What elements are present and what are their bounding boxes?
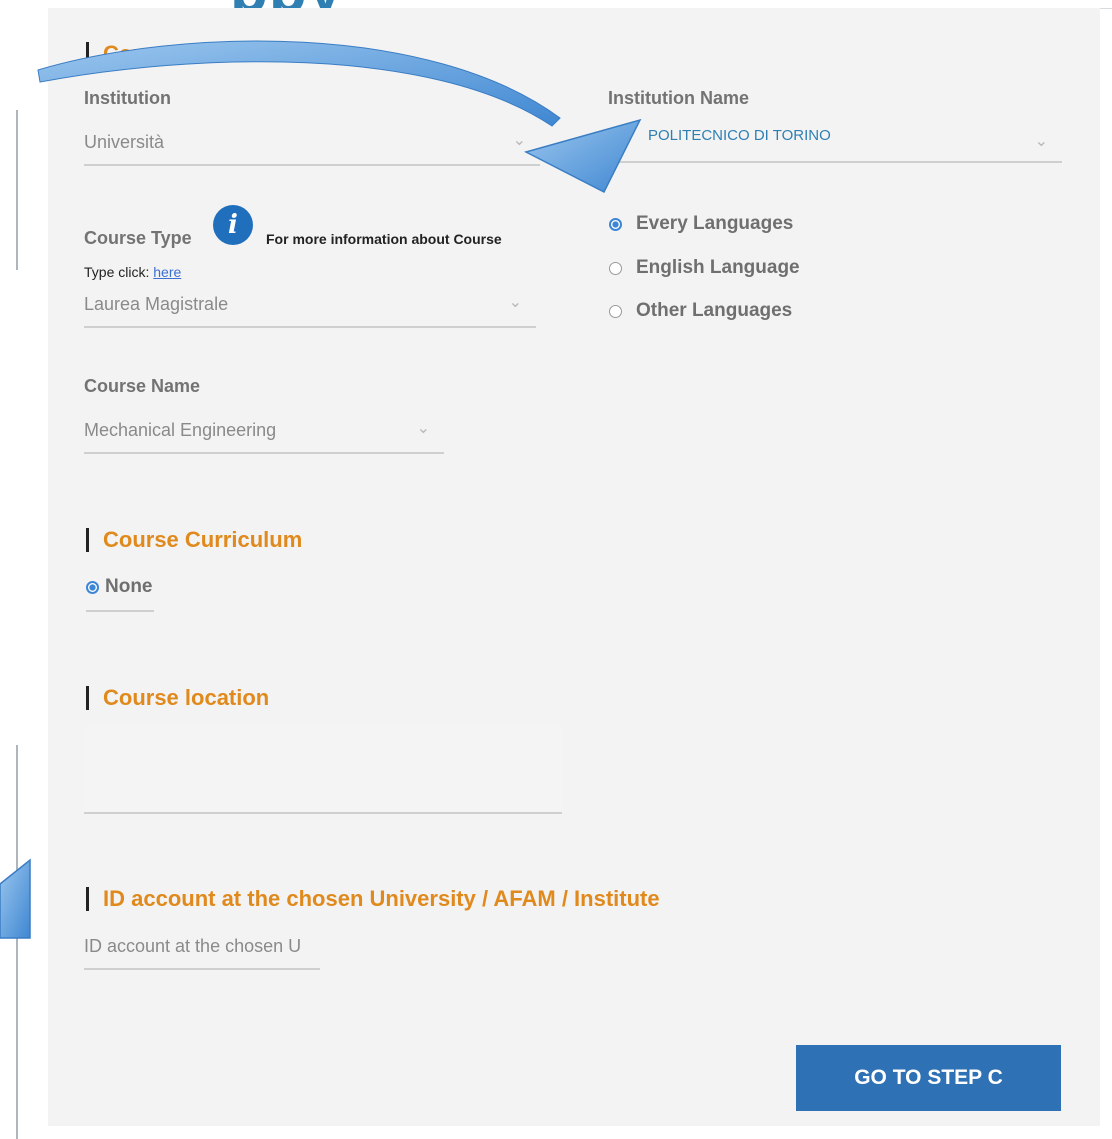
- left-arrow-fragment-icon: [0, 858, 31, 939]
- annotation-overlay: [0, 40, 642, 939]
- curved-arrow-icon: [37, 40, 561, 127]
- curved-arrow-head-icon: [523, 118, 642, 194]
